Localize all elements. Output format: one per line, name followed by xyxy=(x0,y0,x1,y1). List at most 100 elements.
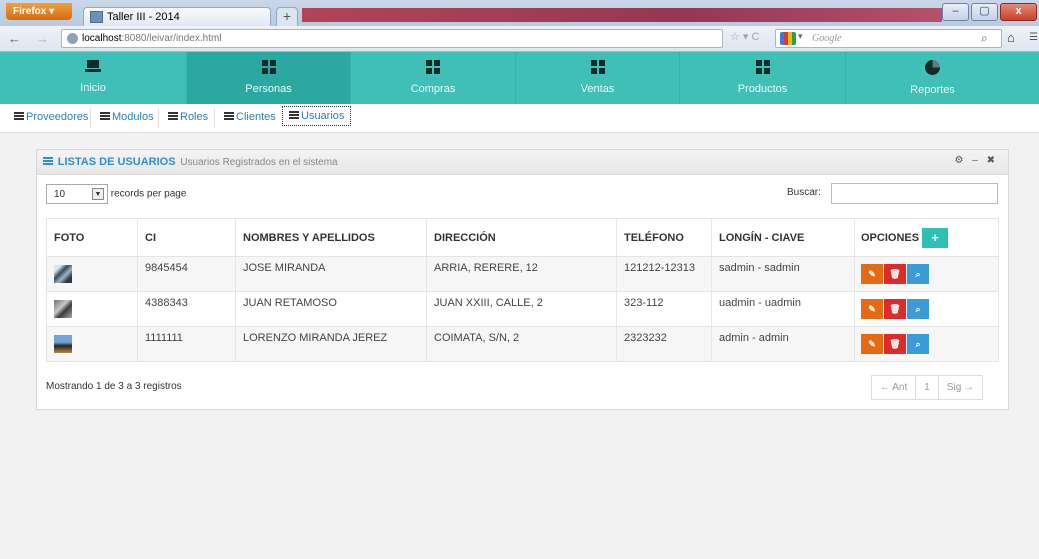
add-user-button[interactable]: + xyxy=(922,228,949,248)
page-size-value: 10 xyxy=(54,189,66,200)
options-cell: ✎ 🗑 ⌕ xyxy=(854,291,999,327)
minimize-button[interactable]: – xyxy=(942,3,969,21)
view-button[interactable]: ⌕ xyxy=(907,299,929,319)
menu-item-ventas[interactable]: Ventas xyxy=(515,52,679,104)
table-row: 1111111 LORENZO MIRANDA JEREZ COIMATA, S… xyxy=(46,326,999,362)
browser-navbar: ← → localhost:8080/leivar/index.html ☆ ▾… xyxy=(0,26,1039,52)
login-cell: uadmin - uadmin xyxy=(711,291,855,327)
menu-item-reportes[interactable]: Reportes xyxy=(845,52,1019,104)
close-window-button[interactable]: x xyxy=(1000,3,1037,21)
column-header-ci[interactable]: CI xyxy=(137,218,236,257)
chevron-down-icon[interactable]: ▼ xyxy=(92,188,104,200)
phone-cell: 121212-12313 xyxy=(616,256,712,292)
column-header-telefono[interactable]: TELÉFONO xyxy=(616,218,712,257)
close-icon[interactable]: ✖ xyxy=(987,155,998,166)
table-header-row: FOTO CI NOMBRES Y APELLIDOS DIRECCIÓN TE… xyxy=(46,218,999,257)
edit-button[interactable]: ✎ xyxy=(861,264,883,284)
edit-button[interactable]: ✎ xyxy=(861,334,883,354)
menu-item-compras[interactable]: Compras xyxy=(350,52,515,104)
panel-subtitle: Usuarios Registrados en el sistema xyxy=(180,157,338,168)
google-icon xyxy=(780,32,796,45)
delete-button[interactable]: 🗑 xyxy=(884,299,906,319)
users-panel: LISTAS DE USUARIOS Usuarios Registrados … xyxy=(36,149,1009,410)
delete-button[interactable]: 🗑 xyxy=(884,264,906,284)
column-header-foto[interactable]: FOTO xyxy=(46,218,138,257)
submenu-item-proveedores[interactable]: Proveedores xyxy=(14,111,88,123)
firefox-menu-label: Firefox xyxy=(13,6,47,17)
submenu-label: Roles xyxy=(180,111,209,123)
login-cell: sadmin - sadmin xyxy=(711,256,855,292)
search-engine-dropdown-icon[interactable]: ▾ xyxy=(798,31,803,42)
grid-icon xyxy=(590,60,605,74)
user-photo xyxy=(54,265,72,283)
divider xyxy=(90,108,91,128)
menu-item-personas[interactable]: Personas xyxy=(186,52,350,110)
menu-item-productos[interactable]: Productos xyxy=(679,52,845,104)
next-page-button[interactable]: Sig → xyxy=(939,376,982,399)
table-info: Mostrando 1 de 3 a 3 registros xyxy=(46,381,182,392)
bookmark-star-icon[interactable]: ☆ ▾ C xyxy=(730,30,759,43)
page-number-button[interactable]: 1 xyxy=(916,376,939,399)
grid-icon xyxy=(755,60,770,74)
search-icon[interactable]: ⌕ xyxy=(981,31,988,46)
view-button[interactable]: ⌕ xyxy=(907,334,929,354)
submenu-item-usuarios[interactable]: Usuarios xyxy=(282,106,352,126)
menu-icon[interactable]: ☰ xyxy=(1029,32,1038,43)
edit-button[interactable]: ✎ xyxy=(861,299,883,319)
search-input[interactable] xyxy=(831,183,998,204)
page-size-select[interactable]: 10 ▼ xyxy=(46,184,108,204)
browser-tab[interactable]: Taller III - 2014 xyxy=(83,7,271,26)
view-button[interactable]: ⌕ xyxy=(907,264,929,284)
table-row: 4388343 JUAN RETAMOSO JUAN XXIII, CALLE,… xyxy=(46,291,999,327)
name-cell: JUAN RETAMOSO xyxy=(235,291,427,327)
users-table: FOTO CI NOMBRES Y APELLIDOS DIRECCIÓN TE… xyxy=(46,218,999,362)
prev-page-button[interactable]: ← Ant xyxy=(872,376,917,399)
name-cell: LORENZO MIRANDA JEREZ xyxy=(235,326,427,362)
delete-button[interactable]: 🗑 xyxy=(884,334,906,354)
submenu-item-modulos[interactable]: Modulos xyxy=(100,111,154,123)
list-icon xyxy=(224,112,234,121)
minimize-icon[interactable]: – xyxy=(972,155,981,166)
home-icon[interactable]: ⌂ xyxy=(1007,30,1015,45)
photo-cell xyxy=(46,291,138,327)
site-identity-icon xyxy=(67,33,78,44)
column-header-login[interactable]: LONGÍN - CIAVE xyxy=(711,218,855,257)
pagination: ← Ant 1 Sig → xyxy=(871,375,984,400)
menu-label: Compras xyxy=(410,83,456,95)
pie-chart-icon xyxy=(925,60,940,75)
maximize-button[interactable]: ▢ xyxy=(971,3,998,21)
submenu-label: Proveedores xyxy=(26,111,89,123)
user-photo xyxy=(54,300,72,318)
column-header-nombres[interactable]: NOMBRES Y APELLIDOS xyxy=(235,218,427,257)
new-tab-button[interactable]: + xyxy=(276,7,298,26)
submenu-item-clientes[interactable]: Clientes xyxy=(224,111,276,123)
submenu-label: Usuarios xyxy=(301,110,345,122)
list-icon xyxy=(100,112,110,121)
list-icon xyxy=(289,111,299,120)
laptop-icon xyxy=(85,60,101,73)
search-engine-placeholder: Google xyxy=(812,33,842,44)
menu-label: Inicio xyxy=(80,82,106,94)
list-icon xyxy=(168,112,178,121)
gear-icon[interactable]: ⚙ xyxy=(955,155,967,166)
panel-controls: ⚙ – ✖ xyxy=(955,155,998,166)
url-path: :8080/leivar/index.html xyxy=(121,33,222,44)
back-icon[interactable]: ← xyxy=(8,31,21,46)
divider xyxy=(158,108,159,128)
column-header-direccion[interactable]: DIRECCIÓN xyxy=(426,218,617,257)
tab-title: Taller III - 2014 xyxy=(107,11,180,23)
options-cell: ✎ 🗑 ⌕ xyxy=(854,326,999,362)
search-bar[interactable]: ▾ Google ⌕ xyxy=(775,29,1002,48)
menu-item-inicio[interactable]: Inicio xyxy=(0,52,186,104)
forward-icon[interactable]: → xyxy=(36,31,49,46)
panel-title: LISTAS DE USUARIOS xyxy=(57,156,176,168)
address-cell: JUAN XXIII, CALLE, 2 xyxy=(426,291,617,327)
photo-cell xyxy=(46,326,138,362)
submenu-item-roles[interactable]: Roles xyxy=(168,111,208,123)
firefox-menu-button[interactable]: Firefox ▾ xyxy=(6,3,72,20)
name-cell: JOSE MIRANDA xyxy=(235,256,427,292)
phone-cell: 323-112 xyxy=(616,291,712,327)
column-header-opciones: OPCIONES + xyxy=(854,218,999,257)
url-bar[interactable]: localhost:8080/leivar/index.html xyxy=(61,29,723,48)
page-size-control: 10 ▼ records per page xyxy=(46,184,186,204)
